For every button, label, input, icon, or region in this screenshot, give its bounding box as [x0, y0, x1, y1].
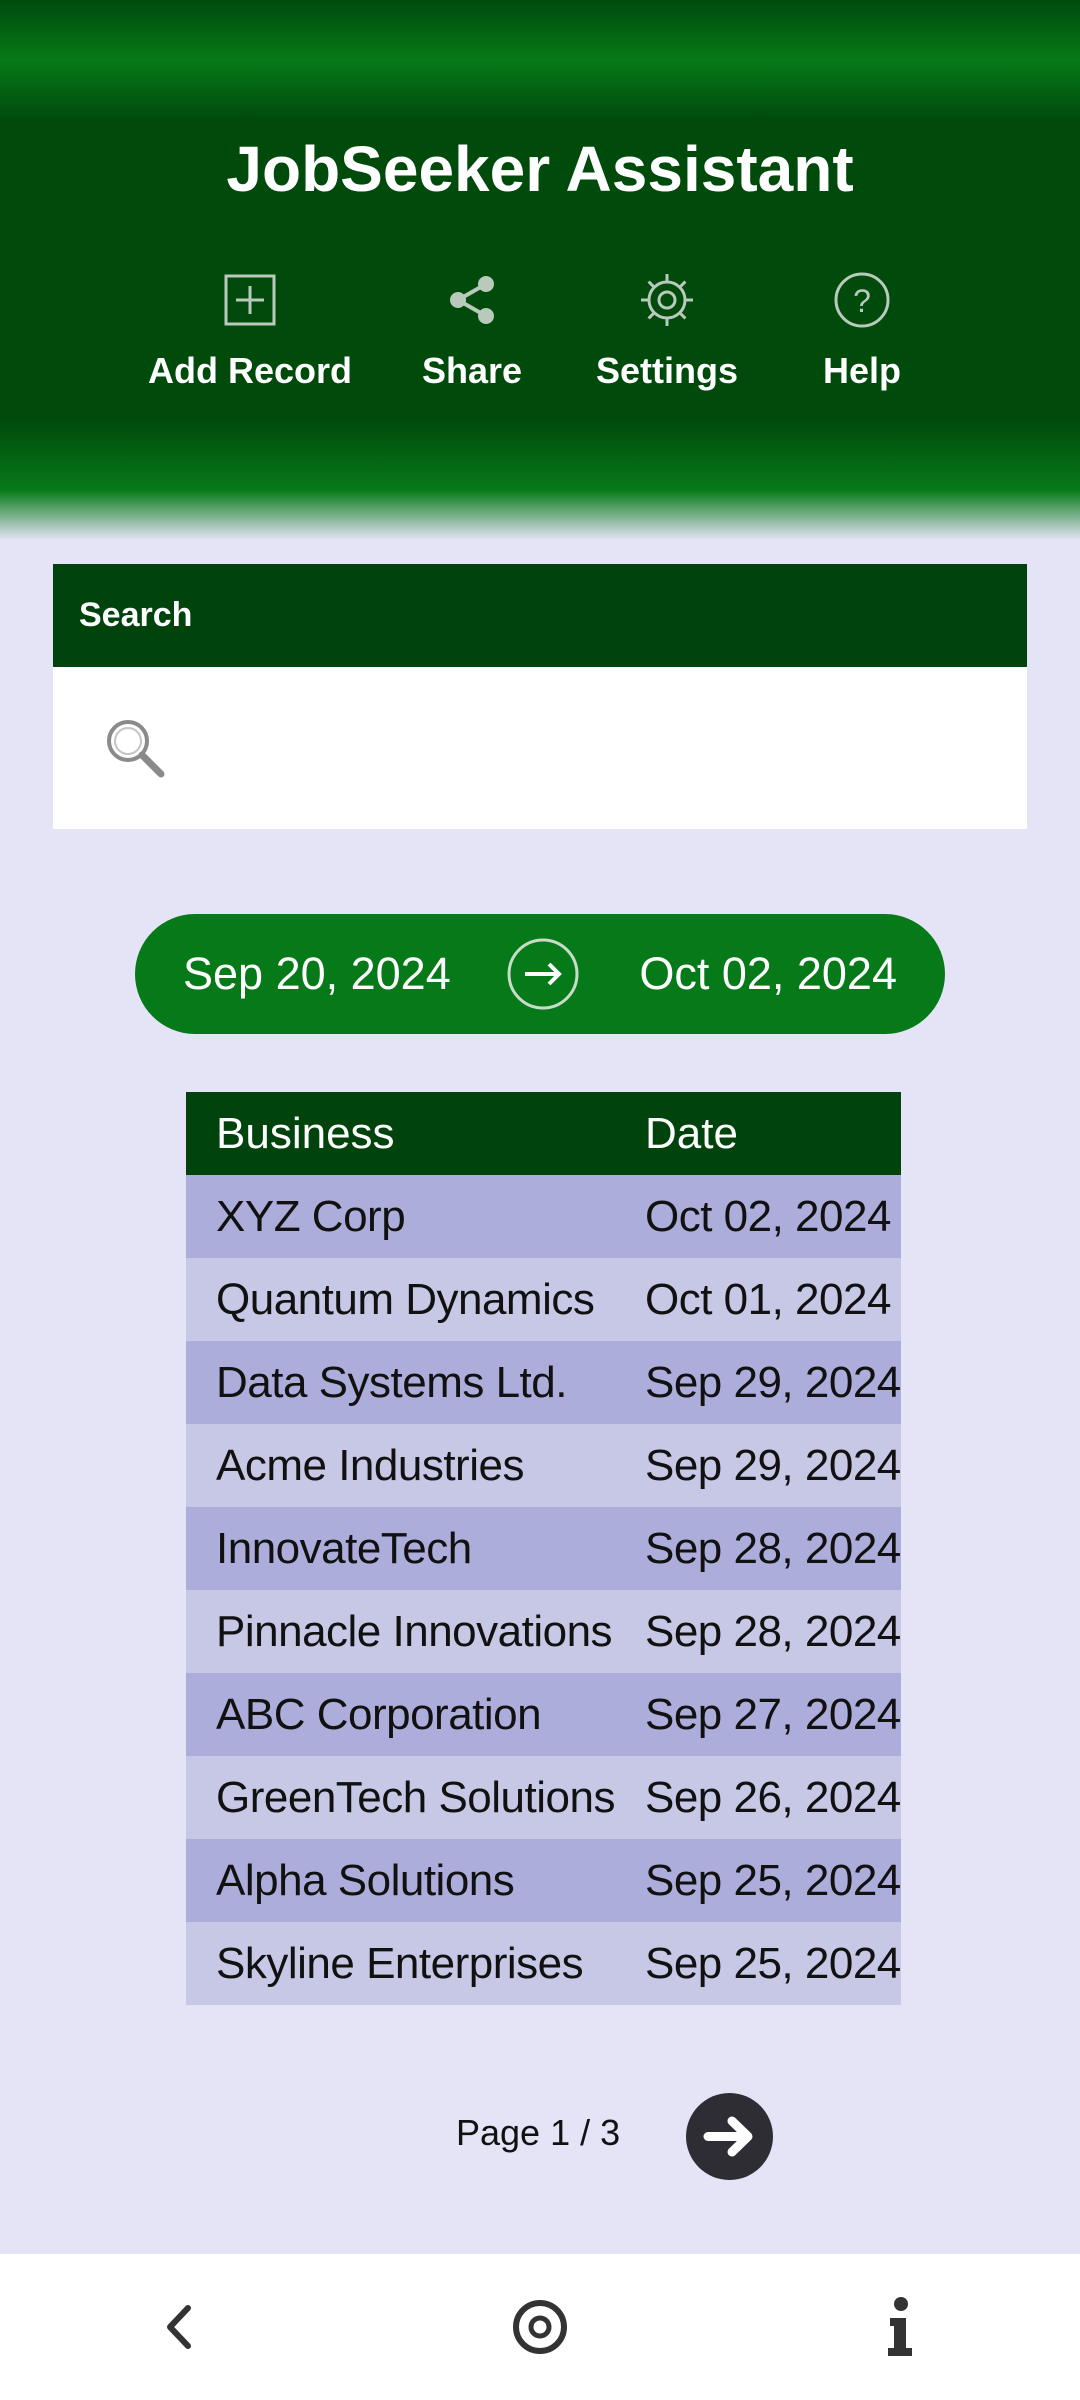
- home-button[interactable]: [505, 2292, 575, 2367]
- svg-text:?: ?: [853, 283, 871, 319]
- next-page-button[interactable]: [686, 2093, 773, 2180]
- app-title: JobSeeker Assistant: [226, 133, 854, 205]
- table-row[interactable]: Acme Industries Sep 29, 2024: [186, 1424, 901, 1507]
- date-cell: Sep 26, 2024: [614, 1756, 901, 1839]
- business-cell: Data Systems Ltd.: [186, 1341, 615, 1424]
- date-cell: Sep 29, 2024: [614, 1424, 901, 1507]
- table-row[interactable]: Pinnacle Innovations Sep 28, 2024: [186, 1590, 901, 1673]
- records-table: Business Date XYZ Corp Oct 02, 2024 Quan…: [186, 1092, 901, 2005]
- table-row[interactable]: InnovateTech Sep 28, 2024: [186, 1507, 901, 1590]
- business-cell: Skyline Enterprises: [186, 1922, 615, 2005]
- search-card: Search: [53, 564, 1027, 829]
- date-cell: Oct 02, 2024: [614, 1175, 901, 1258]
- app-header: JobSeeker Assistant Add Record Share Set…: [0, 0, 1080, 540]
- date-range-selector: Sep 20, 2024 Oct 02, 2024: [135, 914, 945, 1034]
- date-cell: Sep 27, 2024: [614, 1673, 901, 1756]
- info-button[interactable]: [870, 2292, 930, 2367]
- back-button[interactable]: [150, 2292, 210, 2367]
- date-cell: Sep 29, 2024: [614, 1341, 901, 1424]
- share-icon: [450, 276, 494, 324]
- business-cell: ABC Corporation: [186, 1673, 615, 1756]
- search-input[interactable]: [183, 696, 1007, 798]
- date-cell: Sep 25, 2024: [614, 1839, 901, 1922]
- business-cell: InnovateTech: [186, 1507, 615, 1590]
- add-square-icon: [224, 274, 276, 326]
- start-date-button[interactable]: Sep 20, 2024: [183, 914, 451, 1034]
- add-record-label: Add Record: [147, 350, 352, 391]
- share-button[interactable]: Share: [362, 270, 582, 420]
- table-row[interactable]: Quantum Dynamics Oct 01, 2024: [186, 1258, 901, 1341]
- date-cell: Sep 28, 2024: [614, 1590, 901, 1673]
- table-row[interactable]: Alpha Solutions Sep 25, 2024: [186, 1839, 901, 1922]
- business-cell: Quantum Dynamics: [186, 1258, 615, 1341]
- table-row[interactable]: Skyline Enterprises Sep 25, 2024: [186, 1922, 901, 2005]
- table-header-row: Business Date: [186, 1092, 901, 1175]
- date-cell: Sep 25, 2024: [614, 1922, 901, 2005]
- business-cell: XYZ Corp: [186, 1175, 615, 1258]
- page-indicator: Page 1 / 3: [456, 2112, 621, 2153]
- business-cell: Alpha Solutions: [186, 1839, 615, 1922]
- table-row[interactable]: Data Systems Ltd. Sep 29, 2024: [186, 1341, 901, 1424]
- arrow-right-circle-icon: [507, 938, 579, 1010]
- search-heading: Search: [53, 564, 1027, 667]
- arrow-right-icon: [703, 2116, 753, 2157]
- business-cell: Acme Industries: [186, 1424, 615, 1507]
- search-icon: [107, 720, 165, 778]
- end-date-button[interactable]: Oct 02, 2024: [639, 914, 897, 1034]
- settings-button[interactable]: Settings: [557, 270, 777, 420]
- column-header-business: Business: [186, 1092, 615, 1175]
- table-row[interactable]: GreenTech Solutions Sep 26, 2024: [186, 1756, 901, 1839]
- table-row[interactable]: ABC Corporation Sep 27, 2024: [186, 1673, 901, 1756]
- add-record-button[interactable]: Add Record: [140, 270, 360, 420]
- back-icon: [167, 2305, 191, 2349]
- column-header-date: Date: [614, 1092, 901, 1175]
- table-row[interactable]: XYZ Corp Oct 02, 2024: [186, 1175, 901, 1258]
- business-cell: Pinnacle Innovations: [186, 1590, 615, 1673]
- date-cell: Oct 01, 2024: [614, 1258, 901, 1341]
- share-label: Share: [421, 350, 523, 391]
- system-nav-bar: [0, 2254, 1080, 2400]
- home-icon: [513, 2300, 567, 2354]
- settings-label: Settings: [595, 350, 738, 391]
- business-cell: GreenTech Solutions: [186, 1756, 615, 1839]
- info-icon: [888, 2297, 912, 2356]
- gear-icon: [641, 274, 693, 326]
- help-circle-icon: ?: [834, 272, 890, 328]
- help-button[interactable]: ? Help: [752, 270, 972, 420]
- date-cell: Sep 28, 2024: [614, 1507, 901, 1590]
- help-label: Help: [822, 350, 901, 391]
